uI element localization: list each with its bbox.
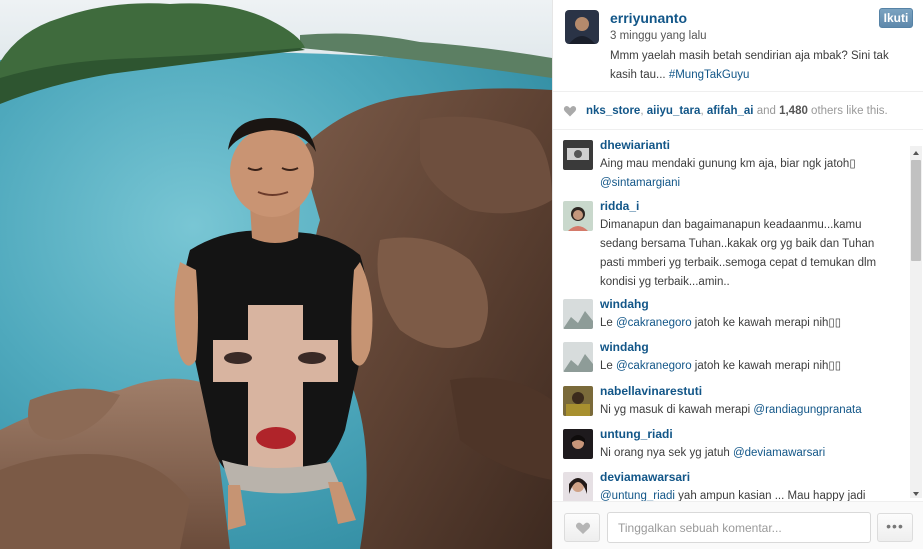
comment-text: Ni yg masuk di kawah merapi @randiagungp… (600, 401, 900, 420)
comment-mention[interactable]: @deviamawarsari (733, 447, 825, 459)
follow-button[interactable]: Ikuti (879, 8, 913, 28)
like-and: and (753, 105, 780, 117)
post-username[interactable]: erriyunanto (610, 10, 687, 26)
likes-text: nks_store, aiiyu_tara, afifah_ai and 1,4… (586, 92, 888, 130)
comment-username[interactable]: deviamawarsari (600, 470, 690, 484)
comment-username[interactable]: windahg (600, 340, 649, 354)
avatar[interactable] (563, 140, 593, 170)
comment-text: Aing mau mendaki gunung km aja, biar ngk… (600, 155, 900, 193)
instagram-post-viewer: erriyunanto Ikuti 3 minggu yang lalu Mmm… (0, 0, 923, 549)
post-header: erriyunanto Ikuti 3 minggu yang lalu Mmm… (553, 0, 923, 92)
avatar-image (563, 201, 593, 231)
scroll-up-arrow-icon[interactable] (910, 146, 922, 158)
post-timestamp[interactable]: 3 minggu yang lalu (610, 30, 707, 42)
comment-mention[interactable]: @sintamargiani (600, 177, 680, 189)
heart-icon (563, 105, 577, 117)
avatar-image (565, 10, 599, 44)
avatar-image (563, 140, 593, 170)
comment-body: Le (600, 317, 616, 329)
avatar-image (563, 299, 593, 329)
avatar-image (563, 342, 593, 372)
like-button[interactable] (564, 513, 600, 542)
comment-body-after: yah ampun kasian ... Mau happy jadi (674, 490, 866, 501)
more-options-icon: ••• (886, 518, 904, 534)
comment-input[interactable] (607, 512, 871, 543)
like-user-1[interactable]: nks_store (586, 105, 640, 117)
scrollbar-thumb[interactable] (911, 160, 921, 261)
comment-username[interactable]: windahg (600, 297, 649, 311)
like-user-3[interactable]: afifah_ai (707, 105, 754, 117)
comment-username[interactable]: ridda_i (600, 199, 639, 213)
post-photo[interactable] (0, 0, 552, 549)
post-caption: Mmm yaelah masih betah sendirian aja mba… (610, 47, 910, 85)
like-suffix: others like this. (807, 105, 888, 117)
comment-mention[interactable]: @cakranegoro (616, 360, 692, 372)
comment-text: @untung_riadi yah ampun kasian ... Mau h… (600, 487, 900, 501)
avatar-image (563, 472, 593, 501)
comment-mention[interactable]: @cakranegoro (616, 317, 692, 329)
likes-row: nks_store, aiiyu_tara, afifah_ai and 1,4… (553, 92, 923, 130)
avatar[interactable] (563, 201, 593, 231)
comment-body: Dimanapun dan bagaimanapun keadaanmu...k… (600, 219, 877, 288)
avatar[interactable] (563, 342, 593, 372)
comment-text: Le @cakranegoro jatoh ke kawah merapi ni… (600, 314, 900, 333)
avatar[interactable] (563, 472, 593, 501)
photo-image (0, 0, 552, 549)
comment-username[interactable]: dhewiarianti (600, 138, 670, 152)
more-options-button[interactable]: ••• (877, 513, 913, 542)
comment-footer: ••• (553, 501, 923, 549)
comments-list[interactable]: dhewiarianti Aing mau mendaki gunung km … (553, 131, 923, 501)
caption-hashtag[interactable]: #MungTakGuyu (669, 69, 750, 81)
comment-text: Ni orang nya sek yg jatuh @deviamawarsar… (600, 444, 900, 463)
comment-mention[interactable]: @untung_riadi (600, 490, 675, 501)
avatar[interactable] (563, 299, 593, 329)
avatar[interactable] (565, 10, 599, 44)
avatar[interactable] (563, 386, 593, 416)
heart-icon (575, 522, 591, 534)
comment-mention[interactable]: @randiagungpranata (753, 404, 861, 416)
avatar-image (563, 429, 593, 459)
comment-body: Ni orang nya sek yg jatuh (600, 447, 733, 459)
comment-username[interactable]: nabellavinarestuti (600, 384, 702, 398)
comment-text: Dimanapun dan bagaimanapun keadaanmu...k… (600, 216, 900, 292)
avatar-image (563, 386, 593, 416)
comment-body-after: jatoh ke kawah merapi nih▯▯ (691, 317, 842, 329)
like-user-2[interactable]: aiiyu_tara (647, 105, 701, 117)
comment-body: Le (600, 360, 616, 372)
scroll-down-arrow-icon[interactable] (910, 487, 922, 499)
like-count[interactable]: 1,480 (779, 105, 808, 117)
post-side-panel: erriyunanto Ikuti 3 minggu yang lalu Mmm… (552, 0, 923, 549)
comment-body: Ni yg masuk di kawah merapi (600, 404, 754, 416)
comment-body-after: jatoh ke kawah merapi nih▯▯ (691, 360, 842, 372)
avatar[interactable] (563, 429, 593, 459)
comment-body: Aing mau mendaki gunung km aja, biar ngk… (600, 158, 856, 170)
comment-text: Le @cakranegoro jatoh ke kawah merapi ni… (600, 357, 900, 376)
comment-username[interactable]: untung_riadi (600, 427, 673, 441)
